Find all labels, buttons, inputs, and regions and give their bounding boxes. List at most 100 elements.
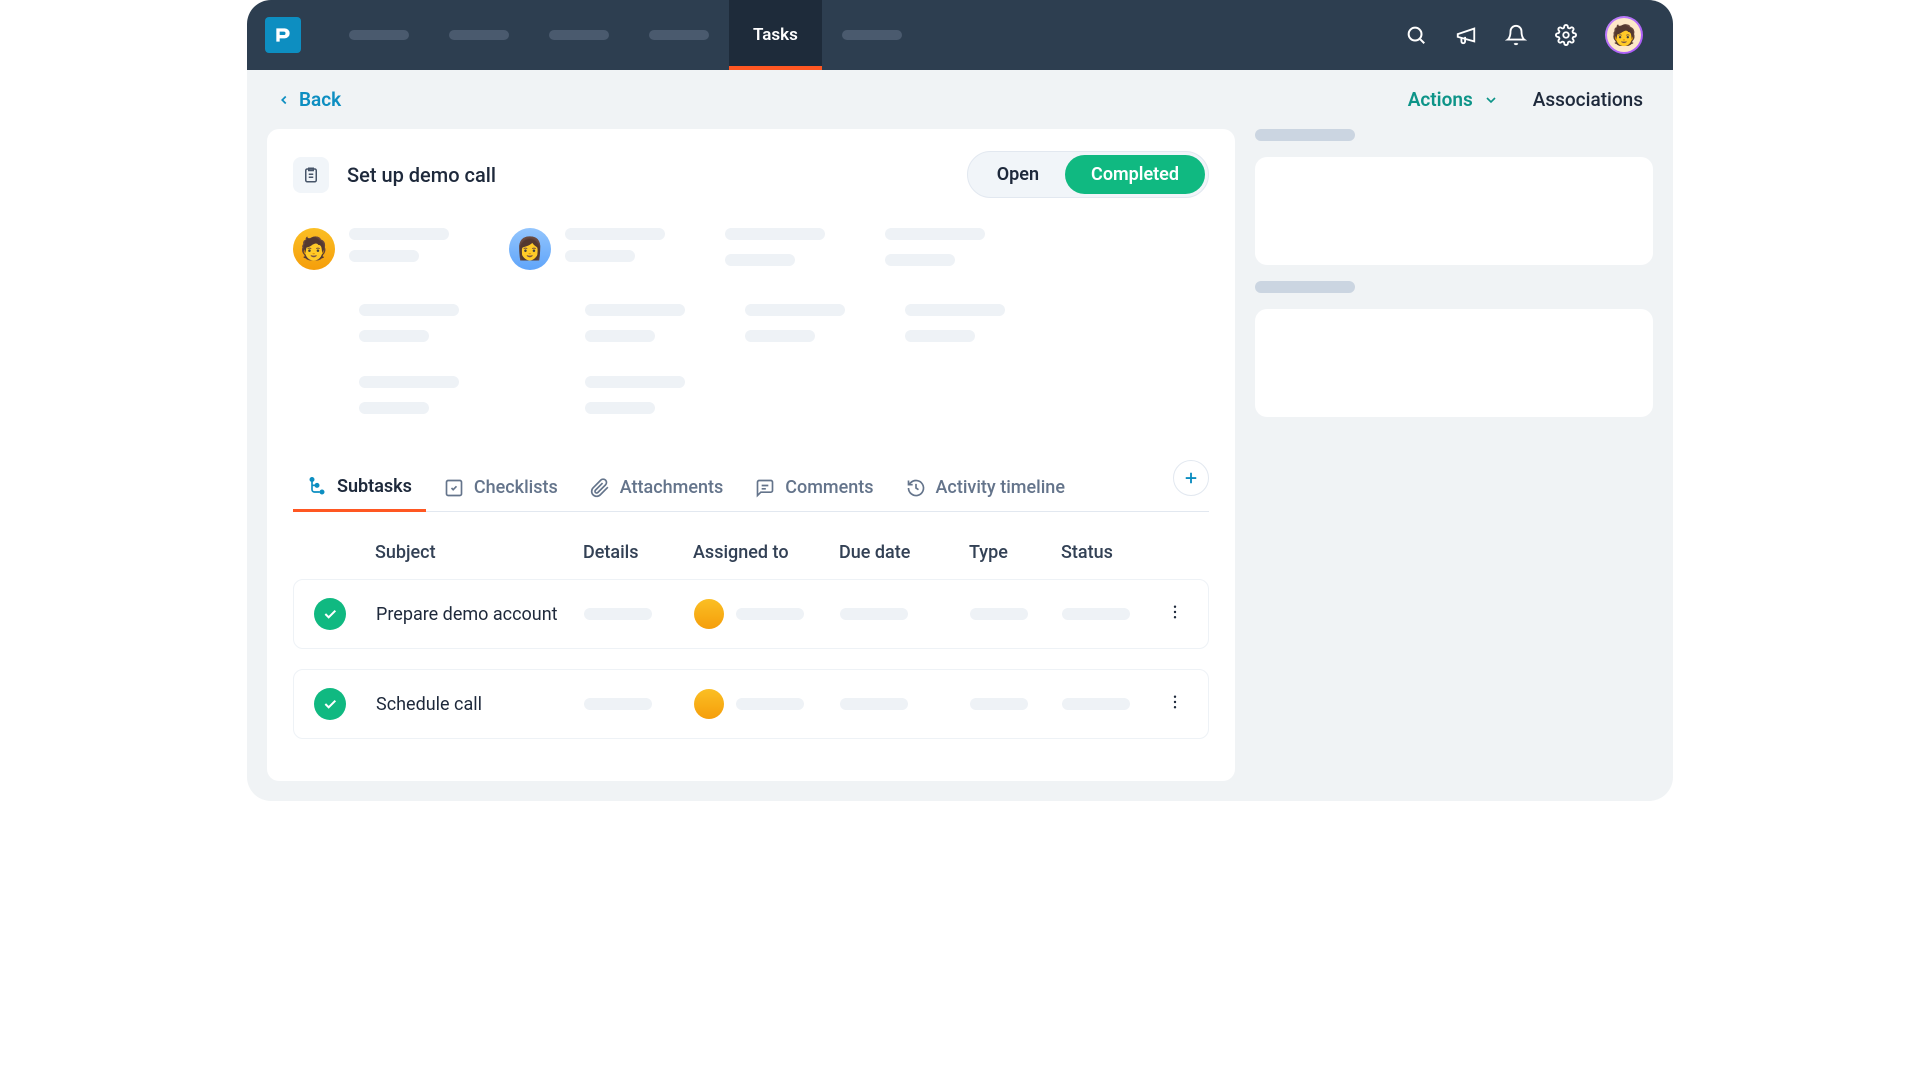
side-section-label	[1255, 281, 1355, 293]
assignee-avatar[interactable]	[694, 689, 724, 719]
column-details: Details	[583, 542, 693, 563]
nav-item-placeholder[interactable]	[349, 30, 409, 40]
chevron-down-icon	[1483, 92, 1499, 108]
status-label: Open	[997, 164, 1039, 185]
side-section-label	[1255, 129, 1355, 141]
add-button[interactable]	[1173, 460, 1209, 496]
cell-placeholder	[584, 698, 652, 710]
checklist-icon	[444, 478, 464, 498]
assignee-avatar[interactable]: 🧑	[293, 228, 335, 270]
history-icon	[906, 478, 926, 498]
cell-placeholder	[970, 698, 1028, 710]
field-placeholder	[725, 254, 795, 266]
user-avatar[interactable]: 🧑	[1605, 16, 1643, 54]
comment-icon	[755, 478, 775, 498]
section-tabs: Subtasks Checklists Attachments Comments…	[293, 464, 1209, 512]
field-placeholder	[885, 228, 985, 240]
table-row[interactable]: Prepare demo account	[293, 579, 1209, 649]
table-header: Subject Details Assigned to Due date Typ…	[293, 532, 1209, 579]
side-card	[1255, 157, 1653, 265]
nav-tab-tasks[interactable]: Tasks	[729, 0, 822, 70]
more-options-button[interactable]	[1162, 689, 1188, 719]
tab-checklists[interactable]: Checklists	[430, 465, 572, 510]
tab-label: Activity timeline	[936, 477, 1065, 498]
search-icon[interactable]	[1405, 24, 1427, 46]
field-placeholder	[359, 304, 459, 316]
more-vertical-icon	[1166, 693, 1184, 711]
assignee-avatar[interactable]	[694, 599, 724, 629]
field-placeholder	[885, 254, 955, 266]
field-placeholder	[725, 228, 825, 240]
bell-icon[interactable]	[1505, 24, 1527, 46]
subtask-table: Subject Details Assigned to Due date Typ…	[293, 532, 1209, 739]
top-navigation: Tasks 🧑	[247, 0, 1673, 70]
field-placeholder	[349, 250, 419, 262]
field-placeholder	[585, 376, 685, 388]
field-placeholder	[565, 228, 665, 240]
more-options-button[interactable]	[1162, 599, 1188, 629]
field-placeholder	[585, 304, 685, 316]
cell-placeholder	[970, 608, 1028, 620]
task-title: Set up demo call	[347, 163, 496, 187]
tab-label: Comments	[785, 477, 873, 498]
nav-item-placeholder[interactable]	[842, 30, 902, 40]
check-icon[interactable]	[314, 688, 346, 720]
nav-tab-label: Tasks	[753, 25, 798, 45]
plus-icon	[1182, 469, 1200, 487]
actions-label: Actions	[1408, 88, 1473, 111]
tab-subtasks[interactable]: Subtasks	[293, 464, 426, 512]
assignee-avatar[interactable]: 👩	[509, 228, 551, 270]
status-label: Completed	[1091, 164, 1179, 185]
tab-label: Attachments	[620, 477, 723, 498]
table-row[interactable]: Schedule call	[293, 669, 1209, 739]
field-placeholder	[905, 304, 1005, 316]
cell-placeholder	[1062, 698, 1130, 710]
gear-icon[interactable]	[1555, 24, 1577, 46]
cell-placeholder	[840, 698, 908, 710]
field-placeholder	[359, 402, 429, 414]
back-button[interactable]: Back	[277, 88, 341, 111]
tab-comments[interactable]: Comments	[741, 465, 887, 510]
field-placeholder	[349, 228, 449, 240]
column-subject: Subject	[375, 542, 583, 563]
sub-header: Back Actions Associations	[247, 70, 1673, 129]
status-open-button[interactable]: Open	[971, 155, 1065, 194]
field-placeholder	[585, 330, 655, 342]
field-placeholder	[745, 330, 815, 342]
associations-link[interactable]: Associations	[1533, 88, 1643, 111]
check-icon[interactable]	[314, 598, 346, 630]
cell-placeholder	[736, 698, 804, 710]
field-placeholder	[359, 330, 429, 342]
side-panel	[1255, 129, 1653, 781]
app-logo[interactable]	[265, 17, 301, 53]
status-toggle: Open Completed	[967, 151, 1209, 198]
actions-dropdown[interactable]: Actions	[1408, 88, 1499, 111]
cell-placeholder	[1062, 608, 1130, 620]
nav-item-placeholder[interactable]	[449, 30, 509, 40]
cell-placeholder	[584, 608, 652, 620]
cell-placeholder	[736, 608, 804, 620]
nav-item-placeholder[interactable]	[549, 30, 609, 40]
column-type: Type	[969, 542, 1061, 563]
announcement-icon[interactable]	[1455, 24, 1477, 46]
tab-activity[interactable]: Activity timeline	[892, 465, 1079, 510]
row-subject: Prepare demo account	[376, 604, 584, 625]
tab-attachments[interactable]: Attachments	[576, 465, 737, 510]
field-placeholder	[565, 250, 635, 262]
status-completed-button[interactable]: Completed	[1065, 155, 1205, 194]
field-placeholder	[905, 330, 975, 342]
tab-label: Subtasks	[337, 476, 412, 497]
nav-item-placeholder[interactable]	[649, 30, 709, 40]
task-detail-card: Set up demo call Open Completed 🧑	[267, 129, 1235, 781]
column-status: Status	[1061, 542, 1151, 563]
field-placeholder	[359, 376, 459, 388]
field-placeholder	[585, 402, 655, 414]
associations-label: Associations	[1533, 88, 1643, 111]
side-card	[1255, 309, 1653, 417]
cell-placeholder	[840, 608, 908, 620]
task-icon	[293, 157, 329, 193]
tab-label: Checklists	[474, 477, 558, 498]
more-vertical-icon	[1166, 603, 1184, 621]
column-due: Due date	[839, 542, 969, 563]
field-placeholder	[745, 304, 845, 316]
